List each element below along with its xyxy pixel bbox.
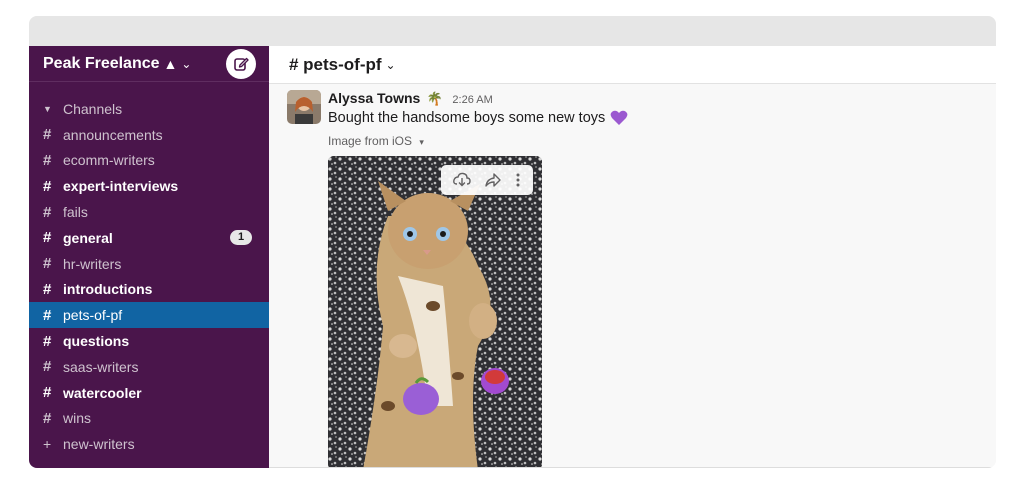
sidebar-item-label: new-writers <box>63 436 135 453</box>
sidebar-item-pets-of-pf[interactable]: # pets-of-pf <box>29 302 269 329</box>
hash-icon: # <box>43 409 52 427</box>
channel-title[interactable]: # pets-of-pf <box>289 55 382 75</box>
hash-icon: # <box>43 332 52 350</box>
sidebar-item-label: watercooler <box>63 384 142 401</box>
sidebar-item-saas-writers[interactable]: # saas-writers <box>29 354 269 380</box>
sidebar-item-label: hr-writers <box>63 255 122 272</box>
channels-section-header[interactable]: ▼ Channels <box>29 96 269 122</box>
sidebar-item-hr-writers[interactable]: # hr-writers <box>29 251 269 277</box>
sidebar-item-wins[interactable]: # wins <box>29 406 269 432</box>
chevron-down-icon[interactable]: ⌄ <box>386 58 396 72</box>
hash-icon: # <box>43 229 52 247</box>
sidebar-item-questions[interactable]: # questions <box>29 328 269 354</box>
sidebar-item-announcements[interactable]: # announcements <box>29 122 269 148</box>
chevron-down-icon[interactable]: ⌄ <box>181 57 191 71</box>
sidebar-item-label: general <box>63 229 113 246</box>
unread-badge: 1 <box>230 229 252 245</box>
palm-tree-status-icon: 🌴 <box>426 91 443 106</box>
hash-icon: # <box>43 306 52 324</box>
title-bar <box>29 16 996 46</box>
avatar-photo <box>287 90 321 124</box>
image-label[interactable]: Image from iOS ▾ <box>328 134 928 148</box>
workspace-name[interactable]: Peak Freelance <box>43 55 160 73</box>
compose-button[interactable] <box>226 49 256 79</box>
hash-icon: # <box>43 384 52 402</box>
sidebar-item-introductions[interactable]: # introductions <box>29 277 269 303</box>
sidebar-item-label: introductions <box>63 281 153 298</box>
compose-icon <box>234 57 249 71</box>
image-toolbar <box>441 165 533 195</box>
sidebar-item-general[interactable]: # general 1 <box>29 225 269 251</box>
sidebar-item-label: questions <box>63 333 130 350</box>
sidebar-item-new-writers[interactable]: + new-writers <box>29 431 269 457</box>
message-body: Alyssa Towns 🌴 2:26 AM Bought the handso… <box>328 90 928 148</box>
workspace-triangle-icon: ▲ <box>163 55 178 72</box>
image-label-text: Image from iOS <box>328 134 413 148</box>
sidebar-item-expert-interviews[interactable]: # expert-interviews <box>29 173 269 199</box>
avatar[interactable] <box>287 90 321 124</box>
message-text-row: Bought the handsome boys some new toys <box>328 110 928 126</box>
caret-down-icon: ▾ <box>419 137 424 147</box>
sidebar-item-label: ecomm-writers <box>63 152 155 169</box>
message-pane: # pets-of-pf ⌄ Alyssa Towns 🌴 2:26 AM Bo… <box>269 46 996 468</box>
hash-icon: # <box>43 358 52 376</box>
channel-list: ▼ Channels # announcements # ecomm-write… <box>29 82 269 457</box>
timestamp[interactable]: 2:26 AM <box>452 94 492 106</box>
hash-icon: # <box>43 151 52 169</box>
divider <box>269 467 996 468</box>
hash-icon: # <box>43 280 52 298</box>
sidebar-item-ecomm-writers[interactable]: # ecomm-writers <box>29 148 269 174</box>
sidebar-item-label: wins <box>63 410 92 427</box>
attached-image[interactable] <box>328 156 542 468</box>
hash-icon: # <box>43 255 52 273</box>
download-icon[interactable] <box>453 172 472 188</box>
hash-icon: # <box>43 177 52 195</box>
plus-icon: + <box>43 436 52 453</box>
sidebar-item-label: fails <box>63 204 88 221</box>
sidebar-item-label: pets-of-pf <box>63 307 123 324</box>
hash-icon: # <box>43 126 52 144</box>
sidebar-item-fails[interactable]: # fails <box>29 199 269 225</box>
sidebar-item-label: announcements <box>63 126 163 143</box>
workspace-header[interactable]: Peak Freelance ▲ ⌄ <box>29 46 269 82</box>
caret-down-icon: ▼ <box>43 103 52 114</box>
hash-icon: # <box>43 203 52 221</box>
purple-heart-icon <box>610 110 628 125</box>
more-options-icon[interactable] <box>515 172 521 188</box>
channel-header[interactable]: # pets-of-pf ⌄ <box>269 46 996 84</box>
author-name[interactable]: Alyssa Towns <box>328 90 420 106</box>
message-meta: Alyssa Towns 🌴 2:26 AM <box>328 90 928 108</box>
sidebar-item-label: expert-interviews <box>63 178 179 195</box>
sidebar: Peak Freelance ▲ ⌄ ▼ Channels # announce… <box>29 46 269 468</box>
channels-section-label: Channels <box>63 100 123 117</box>
share-icon[interactable] <box>484 172 502 188</box>
message-text: Bought the handsome boys some new toys <box>328 110 606 126</box>
sidebar-item-watercooler[interactable]: # watercooler <box>29 380 269 406</box>
cat-photo <box>328 156 542 468</box>
sidebar-item-label: saas-writers <box>63 358 139 375</box>
app-window: Peak Freelance ▲ ⌄ ▼ Channels # announce… <box>29 16 996 468</box>
